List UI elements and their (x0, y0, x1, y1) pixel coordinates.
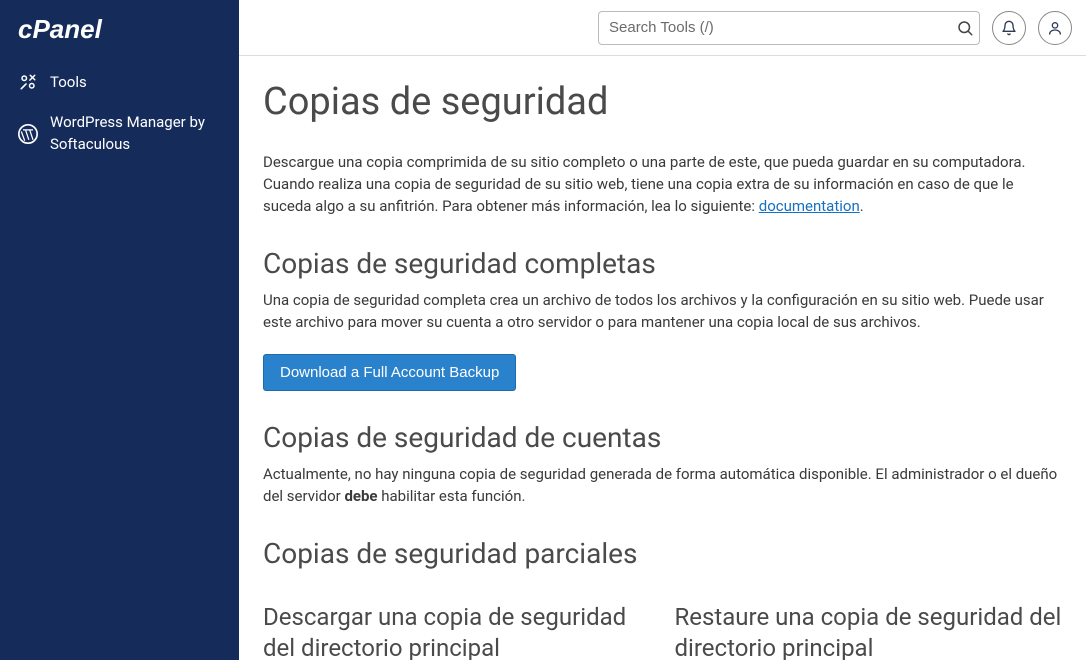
main: Copias de seguridad Descargue una copia … (239, 0, 1086, 660)
partial-restore-heading: Restaure una copia de seguridad del dire… (675, 602, 1063, 660)
partial-backup-heading: Copias de seguridad parciales (263, 537, 1062, 570)
cpanel-logo-icon: cPanel (18, 14, 138, 44)
search-wrap (598, 11, 980, 45)
cpanel-logo[interactable]: cPanel (0, 14, 239, 62)
page-title: Copias de seguridad (263, 80, 1062, 124)
svg-text:cPanel: cPanel (18, 14, 103, 44)
partial-download-heading: Descargar una copia de seguridad del dir… (263, 602, 651, 660)
partial-download-col: Descargar una copia de seguridad del dir… (263, 580, 651, 660)
sidebar-item-label: Tools (50, 73, 87, 91)
search-icon[interactable] (956, 19, 974, 37)
account-backup-heading: Copias de seguridad de cuentas (263, 421, 1062, 454)
tools-icon (18, 72, 38, 92)
notifications-button[interactable] (992, 11, 1026, 45)
wordpress-icon (18, 124, 38, 144)
account-backup-desc: Actualmente, no hay ninguna copia de seg… (263, 464, 1062, 508)
full-backup-desc: Una copia de seguridad completa crea un … (263, 290, 1062, 334)
account-desc-bold: debe (344, 487, 377, 505)
user-account-button[interactable] (1038, 11, 1072, 45)
account-desc-suffix: habilitar esta función. (378, 487, 526, 505)
content: Copias de seguridad Descargue una copia … (239, 56, 1086, 660)
user-icon (1047, 20, 1063, 36)
sidebar: cPanel Tools WordPress Manager by Softac… (0, 0, 239, 660)
topbar (239, 0, 1086, 56)
search-input[interactable] (598, 11, 980, 45)
partial-columns: Descargar una copia de seguridad del dir… (263, 580, 1062, 660)
intro-suffix: . (860, 197, 864, 215)
documentation-link[interactable]: documentation (759, 197, 860, 215)
sidebar-item-wordpress-manager[interactable]: WordPress Manager by Softaculous (0, 102, 239, 166)
sidebar-item-tools[interactable]: Tools (0, 62, 239, 102)
intro-prefix: Descargue una copia comprimida de su sit… (263, 153, 1026, 215)
intro-text: Descargue una copia comprimida de su sit… (263, 152, 1062, 217)
full-backup-heading: Copias de seguridad completas (263, 247, 1062, 280)
download-full-backup-button[interactable]: Download a Full Account Backup (263, 354, 516, 391)
bell-icon (1001, 20, 1017, 36)
sidebar-item-label: WordPress Manager by Softaculous (50, 112, 221, 156)
partial-restore-col: Restaure una copia de seguridad del dire… (675, 580, 1063, 660)
